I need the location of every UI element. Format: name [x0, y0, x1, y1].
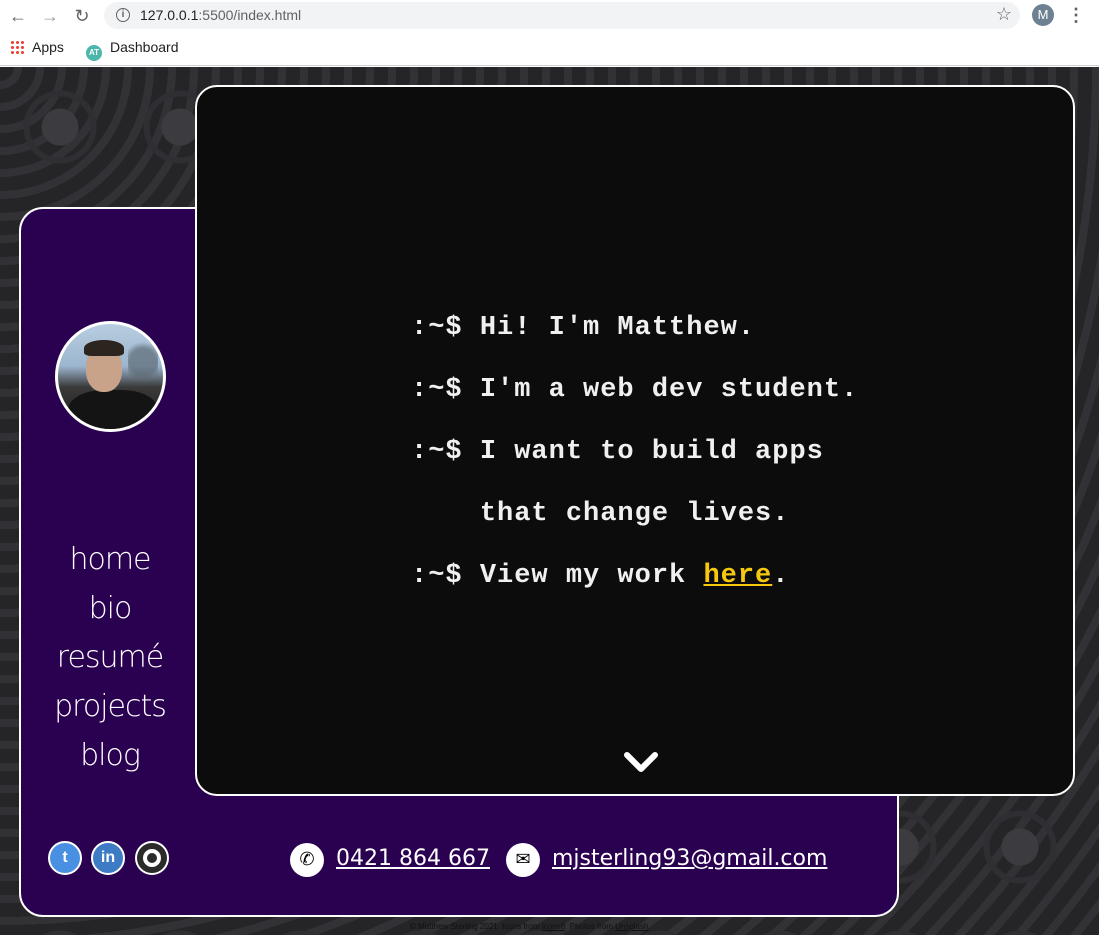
apps-grid-icon: [10, 40, 24, 54]
phone-icon: ✆: [290, 843, 324, 877]
forward-arrow-icon[interactable]: →: [38, 4, 62, 28]
url-text[interactable]: 127.0.0.1:5500/index.html: [140, 7, 301, 23]
bookmark-apps-label: Apps: [32, 39, 64, 55]
linkedin-icon[interactable]: in: [91, 841, 125, 875]
page-viewport: home bio resumé projects blog t in ✆ 042…: [0, 67, 1099, 935]
nav-bio[interactable]: bio: [40, 584, 180, 633]
url-path: :5500/index.html: [198, 7, 302, 23]
bookmark-star-icon[interactable]: ☆: [996, 4, 1012, 25]
terminal-line: that change lives.: [479, 499, 790, 529]
bookmarks-bar: Apps AT Dashboard: [0, 32, 1099, 66]
terminal-panel: :~$ Hi! I'm Matthew. :~$ I'm a web dev s…: [195, 85, 1075, 796]
icons8-link[interactable]: Icons8: [542, 922, 566, 931]
menu-kebab-icon[interactable]: ⋮: [1066, 4, 1086, 26]
email-link[interactable]: mjsterling93@gmail.com: [552, 846, 827, 871]
work-here-link[interactable]: here: [703, 561, 772, 591]
phone-link[interactable]: 0421 864 667: [336, 846, 490, 871]
reload-icon[interactable]: ↻: [70, 4, 94, 28]
github-icon[interactable]: [135, 841, 169, 875]
profile-avatar[interactable]: M: [1032, 4, 1054, 26]
nav-projects[interactable]: projects: [40, 682, 180, 731]
nav-home[interactable]: home: [40, 535, 180, 584]
profile-photo: [55, 321, 166, 432]
chevron-down-icon[interactable]: [623, 747, 659, 777]
terminal-line: :~$ I want to build apps: [411, 437, 824, 467]
terminal-line: :~$ I'm a web dev student.: [411, 375, 859, 405]
info-icon[interactable]: i: [116, 8, 130, 22]
url-host: 127.0.0.1: [140, 7, 199, 23]
dashboard-logo-icon: AT: [86, 45, 102, 61]
bookmark-dashboard[interactable]: AT Dashboard: [86, 39, 179, 61]
terminal-lines: :~$ Hi! I'm Matthew. :~$ I'm a web dev s…: [411, 297, 1031, 607]
nav-blog[interactable]: blog: [40, 731, 180, 780]
mail-icon: ✉: [506, 843, 540, 877]
terminal-line: :~$ View my work here.: [411, 561, 790, 591]
address-bar[interactable]: i 127.0.0.1:5500/index.html ☆: [104, 2, 1020, 29]
footer-credits: © Matthew Sterling 2021. Icons from Icon…: [410, 922, 651, 931]
bookmark-apps[interactable]: Apps: [10, 39, 64, 55]
side-nav: home bio resumé projects blog: [40, 535, 180, 780]
unsplash-link[interactable]: Unsplash: [615, 922, 648, 931]
nav-resume[interactable]: resumé: [40, 633, 180, 682]
twitter-icon[interactable]: t: [48, 841, 82, 875]
browser-toolbar: ← → ↻ i 127.0.0.1:5500/index.html ☆ M ⋮: [0, 0, 1099, 32]
back-arrow-icon[interactable]: ←: [6, 4, 30, 28]
terminal-line: :~$ Hi! I'm Matthew.: [411, 313, 756, 343]
bookmark-dashboard-label: Dashboard: [110, 39, 179, 55]
